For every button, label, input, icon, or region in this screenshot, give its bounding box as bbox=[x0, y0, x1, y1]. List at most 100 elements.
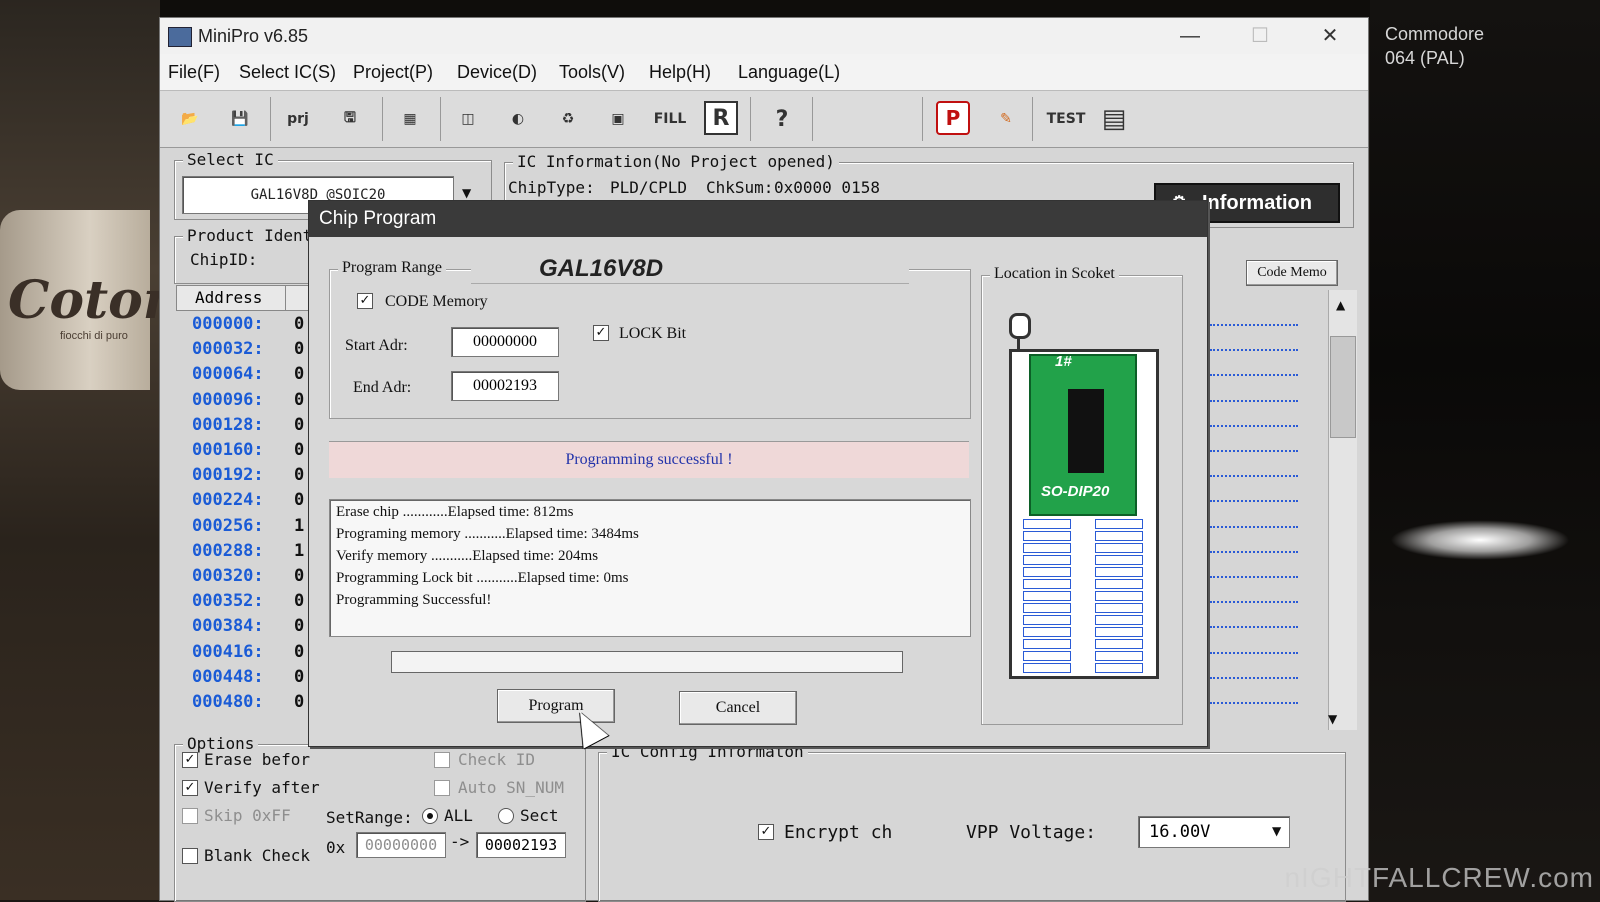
memory-data-row bbox=[1210, 676, 1298, 679]
address-cell: 000224: bbox=[192, 490, 264, 511]
end-address-input[interactable]: 00002193 bbox=[451, 371, 559, 401]
verify-after-checkbox[interactable]: ✓ bbox=[182, 780, 198, 796]
close-button[interactable]: ✕ bbox=[1300, 22, 1360, 50]
start-address-input[interactable]: 00000000 bbox=[451, 327, 559, 357]
address-header-label: Address bbox=[195, 288, 263, 307]
select-ic-dropdown-icon[interactable]: ▼ bbox=[462, 186, 471, 200]
dialog-title: Chip Program bbox=[319, 208, 437, 229]
socket-lever-stem bbox=[1017, 336, 1020, 350]
background-window-text: Commodore 064 (PAL) bbox=[1385, 22, 1484, 70]
socket-pin bbox=[1095, 543, 1143, 553]
code-memory-label: CODE Memory bbox=[385, 293, 488, 310]
blank-check-icon[interactable]: ▣ bbox=[600, 101, 636, 137]
save-project-icon[interactable]: 🖫 bbox=[332, 101, 368, 137]
code-memory-checkbox[interactable]: ✓ bbox=[357, 293, 373, 309]
check-id-label: Check ID bbox=[458, 750, 536, 769]
blank-check-checkbox[interactable] bbox=[182, 848, 198, 864]
open-folder-icon[interactable]: 📂 bbox=[172, 101, 208, 137]
menu-help[interactable]: Help(H) bbox=[649, 62, 711, 83]
end-address-label: End Adr: bbox=[353, 379, 412, 396]
range-sect-radio[interactable] bbox=[498, 808, 514, 824]
product-ident-label: Product Identi bbox=[183, 226, 326, 245]
menu-language[interactable]: Language(L) bbox=[738, 62, 840, 83]
socket-pin bbox=[1095, 579, 1143, 589]
cancel-button[interactable]: Cancel bbox=[679, 691, 797, 725]
address-cell: 000480: bbox=[192, 692, 264, 712]
socket-pin bbox=[1023, 651, 1071, 661]
vpp-dropdown-icon[interactable]: ▼ bbox=[1272, 824, 1281, 838]
tab-code-memo[interactable]: Code Memo bbox=[1246, 260, 1338, 286]
minimize-button[interactable]: — bbox=[1160, 22, 1220, 50]
address-value-cell: 0 bbox=[294, 364, 305, 385]
auto-sn-checkbox[interactable] bbox=[434, 780, 450, 796]
address-value-cell: 0 bbox=[294, 339, 305, 360]
background-window-text-line2: 064 (PAL) bbox=[1385, 48, 1465, 68]
socket-pin bbox=[1023, 567, 1071, 577]
socket-pin bbox=[1095, 615, 1143, 625]
scroll-up-icon[interactable]: ▲ bbox=[1336, 298, 1345, 312]
menu-project[interactable]: Project(P) bbox=[353, 62, 433, 83]
background-window-text-line1: Commodore bbox=[1385, 24, 1485, 44]
memory-data-row bbox=[1210, 702, 1298, 704]
address-value-cell: 0 bbox=[294, 566, 305, 586]
program-range-group: Program Range bbox=[329, 259, 971, 419]
socket-pin bbox=[1095, 639, 1143, 649]
test-icon[interactable]: TEST bbox=[1044, 101, 1088, 137]
menu-device[interactable]: Device(D) bbox=[457, 62, 537, 83]
read-id-icon[interactable]: ◫ bbox=[450, 101, 486, 137]
help-label: ? bbox=[775, 106, 789, 132]
chip-name: GAL16V8D bbox=[539, 255, 664, 282]
save-icon[interactable]: 💾 bbox=[222, 101, 258, 137]
menu-select-ic[interactable]: Select IC(S) bbox=[239, 62, 336, 83]
program-icon[interactable]: P bbox=[936, 101, 970, 135]
address-cell: 000032: bbox=[192, 339, 264, 360]
information-button-label: Information bbox=[1202, 192, 1312, 214]
check-id-checkbox[interactable] bbox=[434, 752, 450, 768]
fill-icon[interactable]: FILL bbox=[650, 101, 690, 137]
menu-tools[interactable]: Tools(V) bbox=[559, 62, 625, 83]
vpp-select[interactable]: 16.00V bbox=[1138, 816, 1290, 848]
address-value-cell: 0 bbox=[294, 414, 305, 435]
lock-bit-checkbox[interactable]: ✓ bbox=[593, 325, 609, 341]
erase-icon[interactable]: R bbox=[704, 101, 738, 135]
socket-pin bbox=[1095, 651, 1143, 661]
calculator-icon[interactable]: ▦ bbox=[392, 101, 428, 137]
vpp-label: VPP Voltage: bbox=[966, 822, 1097, 843]
toolbar-separator bbox=[270, 97, 271, 141]
socket-pin bbox=[1095, 663, 1143, 673]
skip-0xff-checkbox[interactable] bbox=[182, 808, 198, 824]
open-project-icon[interactable]: prj bbox=[280, 101, 316, 137]
ic-info-label: IC Information(No Project opened) bbox=[513, 152, 839, 171]
address-cell: 000096: bbox=[192, 389, 264, 410]
verify-icon[interactable]: ♻ bbox=[550, 101, 586, 137]
socket-pin bbox=[1023, 555, 1071, 565]
socket-pin bbox=[1095, 627, 1143, 637]
scroll-down-icon[interactable]: ▼ bbox=[1328, 712, 1337, 726]
program-range-label: Program Range bbox=[338, 259, 446, 277]
maximize-button[interactable]: ☐ bbox=[1230, 22, 1290, 50]
menu-bar: File(F) Select IC(S) Project(P) Device(D… bbox=[160, 54, 1368, 90]
encrypt-checkbox[interactable]: ✓ bbox=[758, 824, 774, 840]
socket-location-label: Location in Scoket bbox=[990, 265, 1119, 283]
menu-file[interactable]: File(F) bbox=[168, 62, 220, 83]
chip-icon[interactable]: ▤ bbox=[1096, 101, 1132, 137]
range-all-radio[interactable] bbox=[422, 808, 438, 824]
read-icon[interactable]: ◐ bbox=[500, 101, 536, 137]
range-sect-label: Sect bbox=[520, 806, 559, 825]
edit-icon[interactable]: ✎ bbox=[988, 101, 1024, 137]
log-line: Programming Lock bit ...........Elapsed … bbox=[336, 570, 629, 586]
lock-bit-label: LOCK Bit bbox=[619, 325, 687, 342]
socket-pin bbox=[1023, 627, 1071, 637]
memory-scroll-thumb[interactable] bbox=[1330, 336, 1356, 438]
erase-before-checkbox[interactable]: ✓ bbox=[182, 752, 198, 768]
toolbar-separator bbox=[812, 97, 813, 141]
range-arrow: -> bbox=[450, 832, 470, 851]
address-cell: 000448: bbox=[192, 666, 264, 687]
socket-pin bbox=[1023, 615, 1071, 625]
range-start-input[interactable]: 00000000 bbox=[356, 832, 446, 858]
range-end-input[interactable]: 00002193 bbox=[476, 832, 566, 858]
fill-label: FILL bbox=[653, 111, 687, 127]
help-icon[interactable]: ? bbox=[764, 101, 800, 137]
toolbar-separator bbox=[750, 97, 751, 141]
background-desk-left bbox=[0, 0, 160, 900]
